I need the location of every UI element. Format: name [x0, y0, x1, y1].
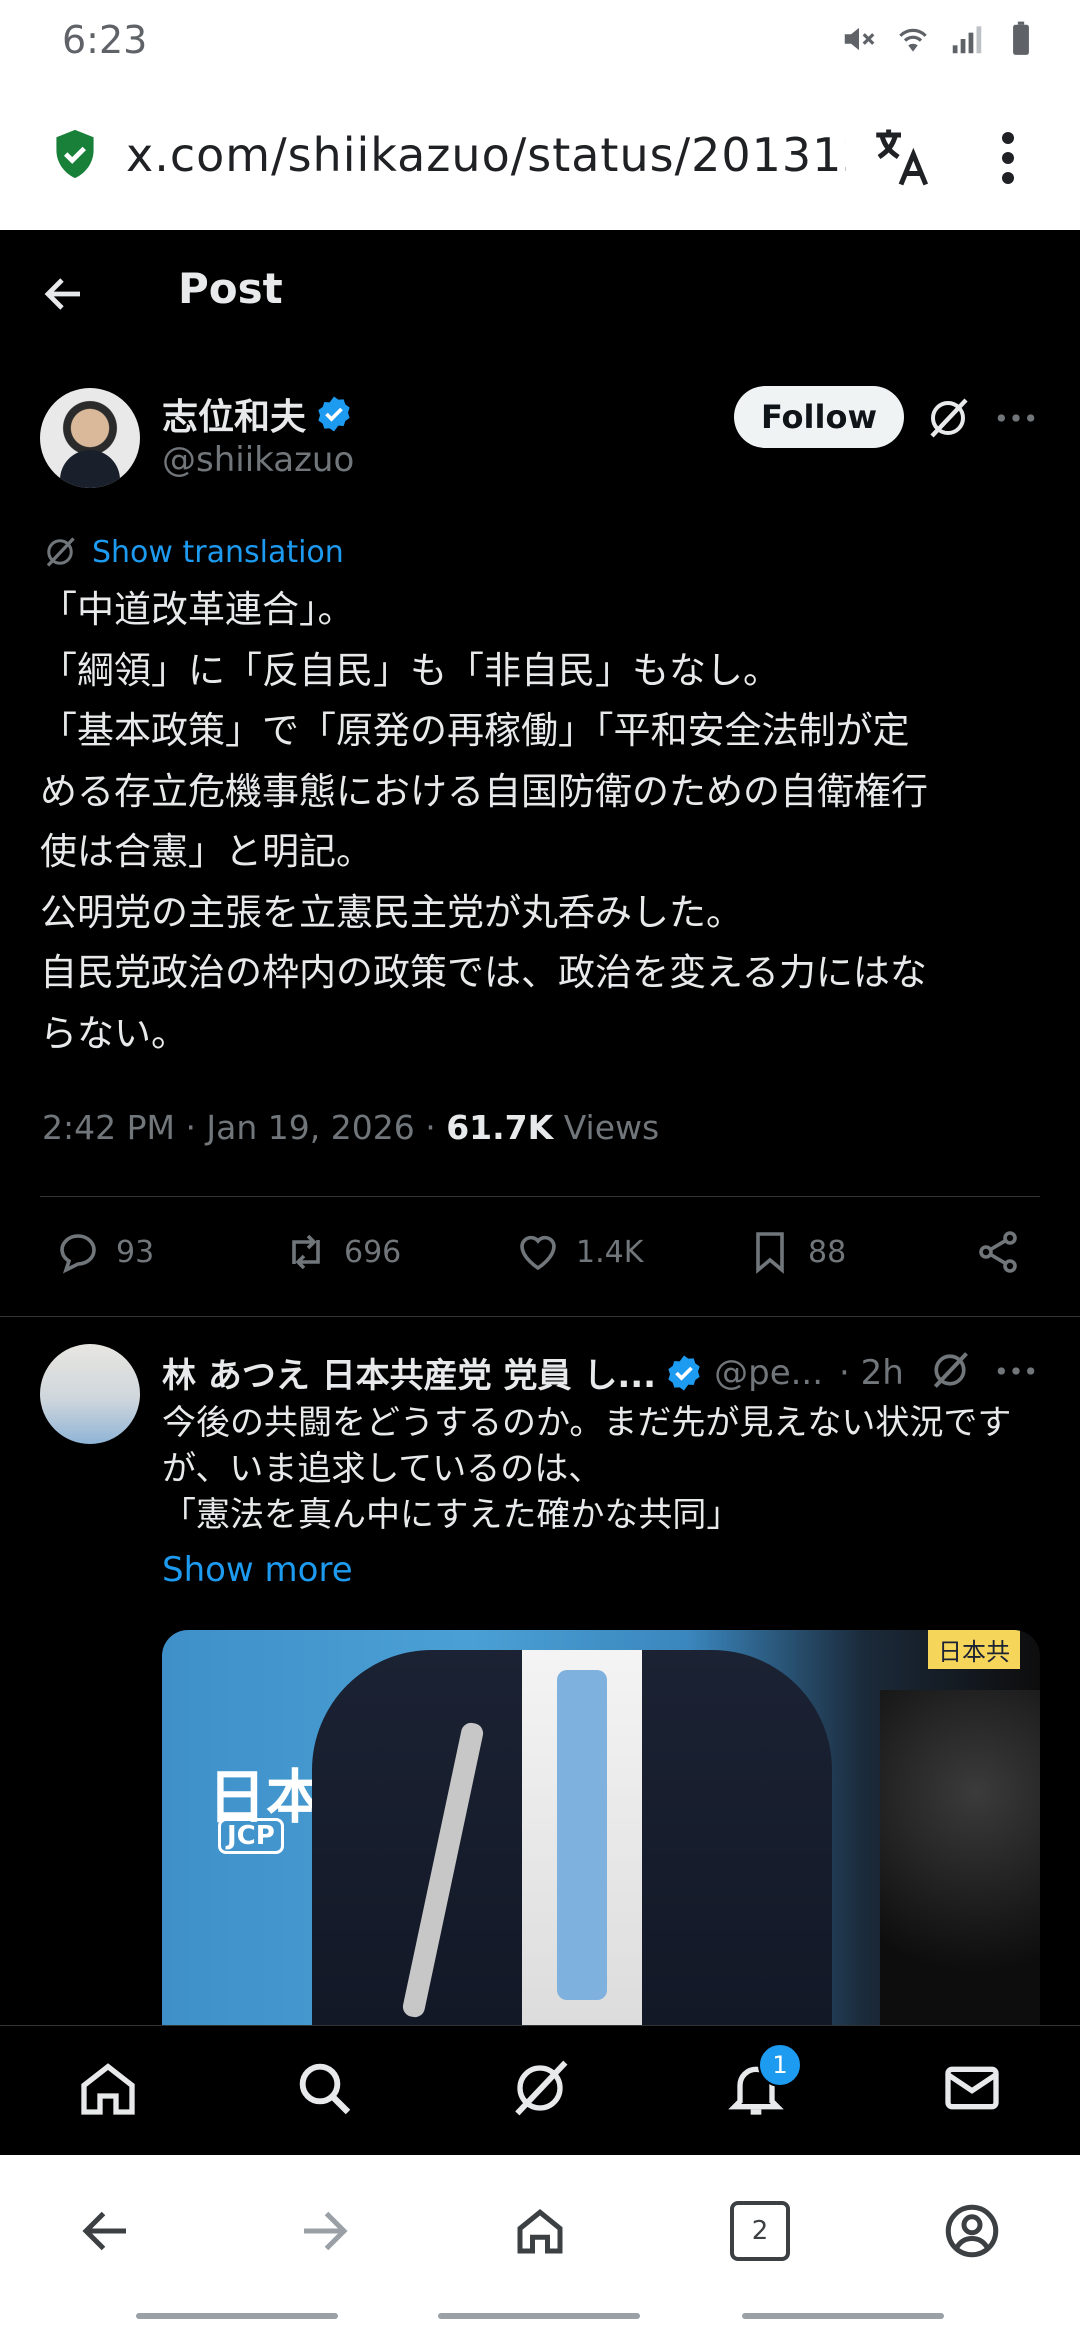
post-text-line: 公明党の主張を立憲民主党が丸呑みした。: [40, 890, 743, 934]
divider: [0, 1316, 1080, 1317]
follow-button[interactable]: Follow: [734, 386, 904, 448]
mail-icon: [945, 2066, 999, 2110]
post-text-line: 使は合憲」と明記。: [40, 830, 373, 873]
url-field[interactable]: x.com/shiikazuo/status/201312: [126, 128, 846, 182]
image-tie: [557, 1670, 607, 2000]
repost-button[interactable]: 696: [282, 1228, 401, 1276]
views-label: Views: [553, 1108, 660, 1147]
home-icon: [81, 2063, 135, 2115]
post-text-line: 「基本政策」で「原発の再稼働」「平和安全法制が定: [40, 709, 910, 752]
grok-icon[interactable]: [928, 1348, 972, 1392]
reply-time: · 2h: [839, 1352, 904, 1393]
bookmark-button[interactable]: 88: [746, 1228, 846, 1276]
author-avatar[interactable]: [40, 388, 140, 488]
repost-count: 696: [344, 1234, 402, 1270]
post-actions: 93 696 1.4K 88: [0, 1220, 1080, 1290]
home-icon: [517, 2209, 563, 2254]
image-jcp-badge: JCP: [218, 1818, 284, 1854]
reply-text-line: が、いま追求しているのは、: [162, 1449, 603, 1489]
status-time: 6:23: [62, 18, 148, 62]
nav-grok[interactable]: [508, 2056, 578, 2126]
reply-button[interactable]: 93: [54, 1228, 154, 1276]
post-meta: 2:42 PM · Jan 19, 2026 · 61.7K Views: [42, 1108, 659, 1147]
reply-author-name[interactable]: 林 あつえ 日本共産党 党員 し...: [162, 1348, 656, 1397]
repost-icon: [292, 1234, 320, 1270]
back-arrow-icon: [82, 2211, 126, 2251]
reply-text: 今後の共闘をどうするのか。まだ先が見えない状況です が、いま追求しているのは、 …: [162, 1400, 1052, 1538]
reply-text-line: 「憲法を真ん中にすえた確かな共同」: [162, 1495, 741, 1535]
reply-media-image[interactable]: 日本共 JCP 日本共: [162, 1630, 1040, 2025]
verified-badge-icon: [318, 396, 350, 432]
post-text-line: らない。: [40, 1011, 188, 1055]
grok-icon[interactable]: [924, 394, 972, 442]
show-translation-row[interactable]: Show translation: [42, 534, 344, 570]
browser-url-bar: x.com/shiikazuo/status/201312: [0, 84, 1080, 230]
forward-arrow-icon: [304, 2211, 348, 2251]
share-icon: [979, 1231, 1017, 1273]
nav-search[interactable]: [292, 2056, 362, 2126]
browser-back-button[interactable]: [76, 2201, 140, 2265]
bookmark-count: 88: [808, 1234, 847, 1270]
battery-icon: [1013, 21, 1029, 55]
notification-badge: 1: [758, 2043, 802, 2087]
post-text: 「中道改革連合」。 「綱領」に「反自民」も「非自民」もなし。 「基本政策」で「原…: [40, 580, 1050, 1064]
nav-home[interactable]: [76, 2056, 146, 2126]
author-name[interactable]: 志位和夫: [162, 388, 306, 440]
like-count: 1.4K: [576, 1234, 644, 1270]
bookmark-icon: [756, 1232, 784, 1274]
reply-header: 林 あつえ 日本共産党 党員 し... @pe... · 2h: [162, 1348, 1062, 1397]
post-header: Post: [0, 230, 1080, 354]
divider: [40, 1196, 1040, 1197]
reply-text-line: 今後の共闘をどうするのか。まだ先が見えない状況です: [162, 1403, 1012, 1443]
tab-switcher-button[interactable]: 2: [730, 2201, 790, 2261]
search-icon: [299, 2063, 351, 2115]
more-options-icon[interactable]: [994, 1354, 1038, 1388]
heart-icon: [520, 1235, 556, 1271]
grok-translate-icon: [46, 537, 75, 567]
author-handle[interactable]: @shiikazuo: [162, 440, 354, 480]
signal-icon: [952, 26, 982, 54]
reply-author-handle[interactable]: @pe...: [714, 1353, 823, 1393]
post-text-line: 自民党政治の枠内の政策では、政治を変える力にはな: [40, 951, 927, 994]
show-translation-link[interactable]: Show translation: [92, 535, 344, 570]
image-foreground-shadow: [880, 1690, 1040, 2025]
browser-navigation: 2: [0, 2155, 1080, 2340]
secure-shield-icon[interactable]: [52, 128, 98, 180]
post-text-line: める存立危機事態における自国防衛のための自衛権行: [40, 769, 928, 813]
back-arrow-icon[interactable]: [40, 270, 88, 318]
mute-icon: [844, 27, 875, 51]
show-more-link[interactable]: Show more: [162, 1550, 353, 1590]
more-options-icon[interactable]: [994, 400, 1038, 436]
grok-icon: [515, 2060, 568, 2116]
status-bar: 6:23: [0, 0, 1080, 84]
post-text-line: 「綱領」に「反自民」も「非自民」もなし。: [40, 648, 780, 692]
translate-icon[interactable]: [868, 124, 934, 190]
reply-count: 93: [116, 1234, 155, 1270]
post-timestamp[interactable]: 2:42 PM · Jan 19, 2026 ·: [42, 1108, 446, 1147]
page-title: Post: [178, 264, 283, 313]
gesture-bar: [438, 2313, 640, 2319]
views-count: 61.7K: [446, 1108, 554, 1147]
gesture-bar: [136, 2313, 338, 2319]
status-icons: [840, 20, 1040, 58]
browser-account-button[interactable]: [942, 2201, 1006, 2265]
reply-icon: [60, 1234, 96, 1274]
browser-menu-icon[interactable]: [990, 128, 1026, 188]
like-button[interactable]: 1.4K: [514, 1228, 643, 1276]
post-text-line: 「中道改革連合」。: [40, 588, 355, 631]
image-corner-text: 日本共: [928, 1630, 1020, 1669]
wifi-icon: [899, 28, 927, 52]
verified-badge-icon: [668, 1355, 700, 1390]
gesture-bar: [742, 2313, 944, 2319]
author-name-row[interactable]: 志位和夫: [162, 388, 354, 440]
bottom-navigation: [0, 2025, 1080, 2156]
nav-messages[interactable]: [940, 2056, 1010, 2126]
share-button[interactable]: [974, 1228, 1022, 1276]
browser-forward-button[interactable]: [294, 2201, 358, 2265]
account-icon: [945, 2204, 999, 2258]
reply-author-avatar[interactable]: [40, 1344, 140, 1444]
browser-home-button[interactable]: [510, 2201, 574, 2265]
